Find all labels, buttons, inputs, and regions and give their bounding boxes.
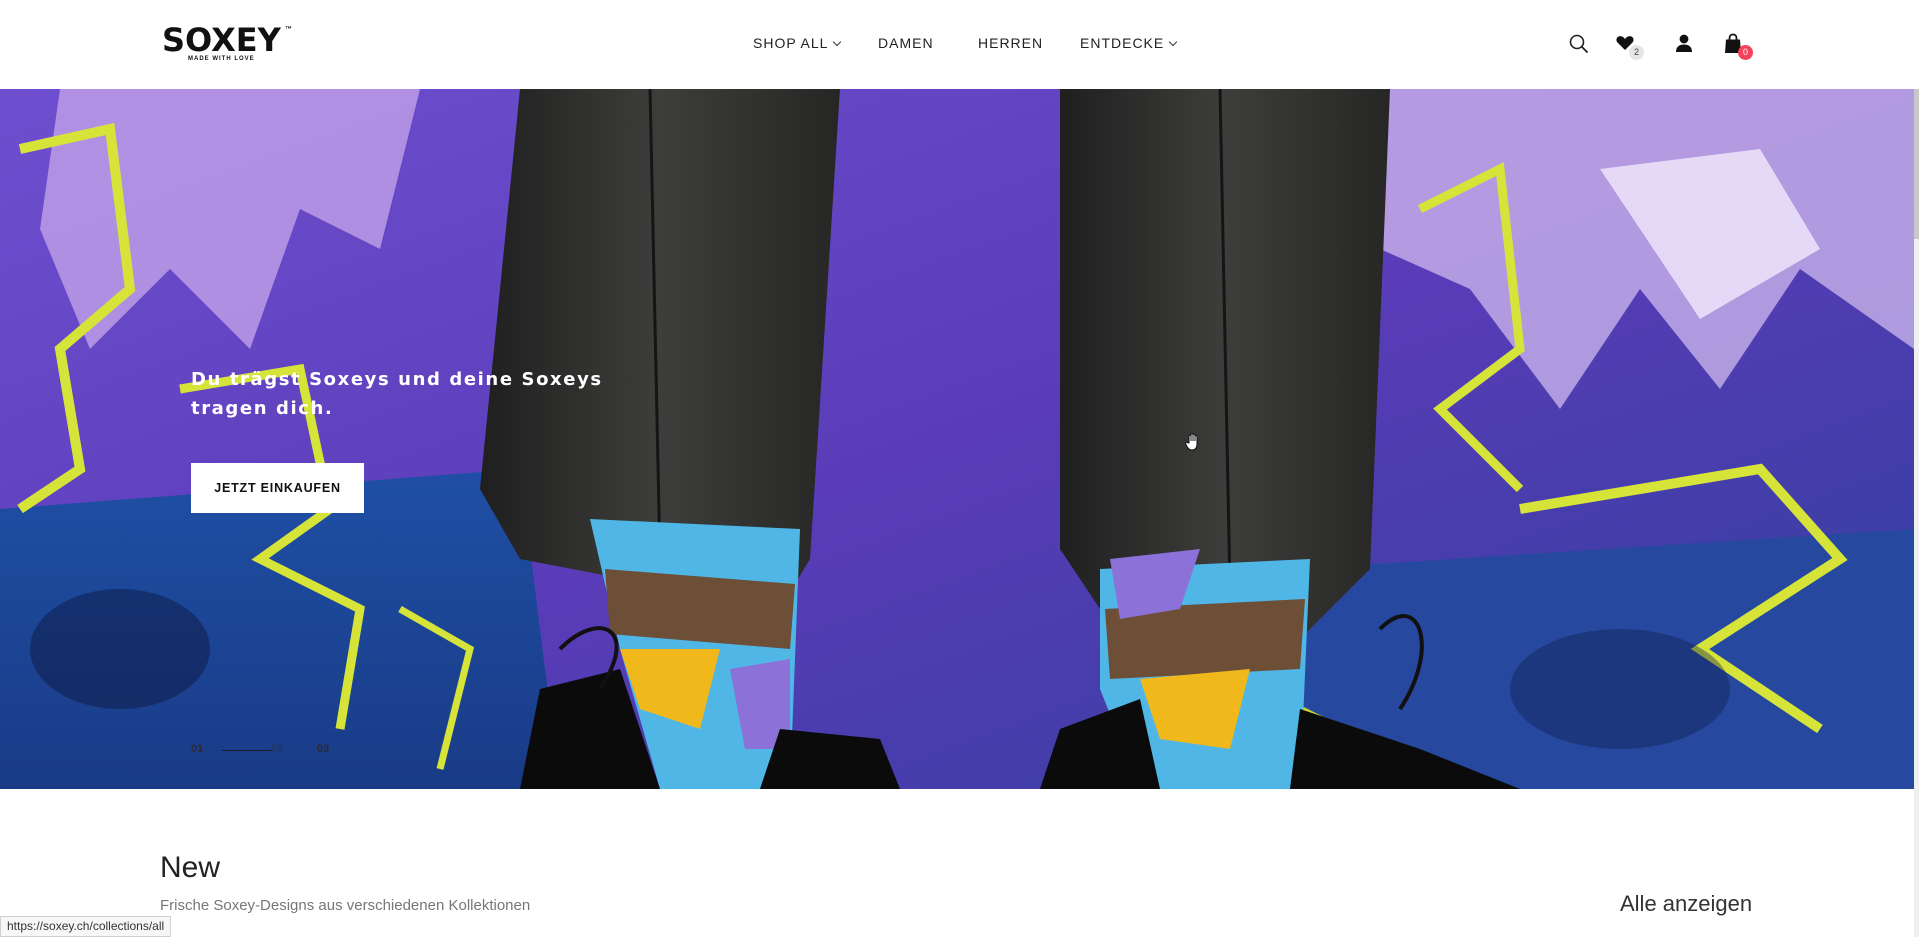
cart-button[interactable]: 0	[1723, 33, 1753, 60]
wishlist-count-badge: 2	[1629, 45, 1644, 60]
slide-progress-line	[222, 750, 272, 751]
slide-2-indicator[interactable]: 02	[271, 743, 283, 755]
page-scrollbar[interactable]	[1914, 89, 1919, 937]
shop-now-button[interactable]: JETZT EINKAUFEN	[191, 463, 364, 513]
logo-trademark: ™	[285, 26, 292, 33]
view-all-link[interactable]: Alle anzeigen	[1620, 891, 1752, 917]
nav-entdecke[interactable]: ENTDECKE	[1080, 33, 1178, 53]
logo-tagline: MADE WITH LOVE	[188, 56, 255, 62]
slide-1-indicator[interactable]: 01	[191, 743, 203, 755]
user-icon	[1676, 34, 1692, 52]
nav-damen[interactable]: DAMEN	[878, 33, 934, 53]
wishlist-button[interactable]: 2	[1615, 33, 1644, 60]
chevron-down-icon	[1168, 37, 1178, 47]
account-button[interactable]	[1674, 33, 1696, 55]
new-section-subtitle: Frische Soxey-Designs aus verschiedenen …	[160, 897, 531, 914]
cart-count-badge: 0	[1738, 45, 1753, 60]
nav-damen-label: DAMEN	[878, 35, 934, 51]
slide-3-indicator[interactable]: 03	[317, 743, 329, 755]
hand-cursor-icon	[1184, 433, 1198, 451]
nav-entdecke-label: ENTDECKE	[1080, 35, 1165, 51]
nav-herren[interactable]: HERREN	[978, 33, 1043, 53]
nav-shop-all[interactable]: SHOP ALL	[753, 33, 842, 53]
nav-shop-all-label: SHOP ALL	[753, 35, 829, 51]
new-section-title: New	[160, 851, 221, 884]
search-icon	[1569, 34, 1588, 53]
browser-status-url: https://soxey.ch/collections/all	[0, 916, 172, 937]
search-button[interactable]	[1568, 33, 1590, 55]
hero-background-image	[0, 89, 1914, 789]
hero-slider[interactable]: Du trägst Soxeys und deine Soxeys tragen…	[0, 89, 1914, 789]
site-header: SOXEY ™ MADE WITH LOVE SHOP ALL DAMEN HE…	[0, 0, 1919, 89]
nav-herren-label: HERREN	[978, 35, 1044, 51]
hero-title: Du trägst Soxeys und deine Soxeys tragen…	[191, 369, 603, 419]
chevron-down-icon	[833, 37, 842, 47]
scrollbar-thumb[interactable]	[1914, 89, 1919, 239]
